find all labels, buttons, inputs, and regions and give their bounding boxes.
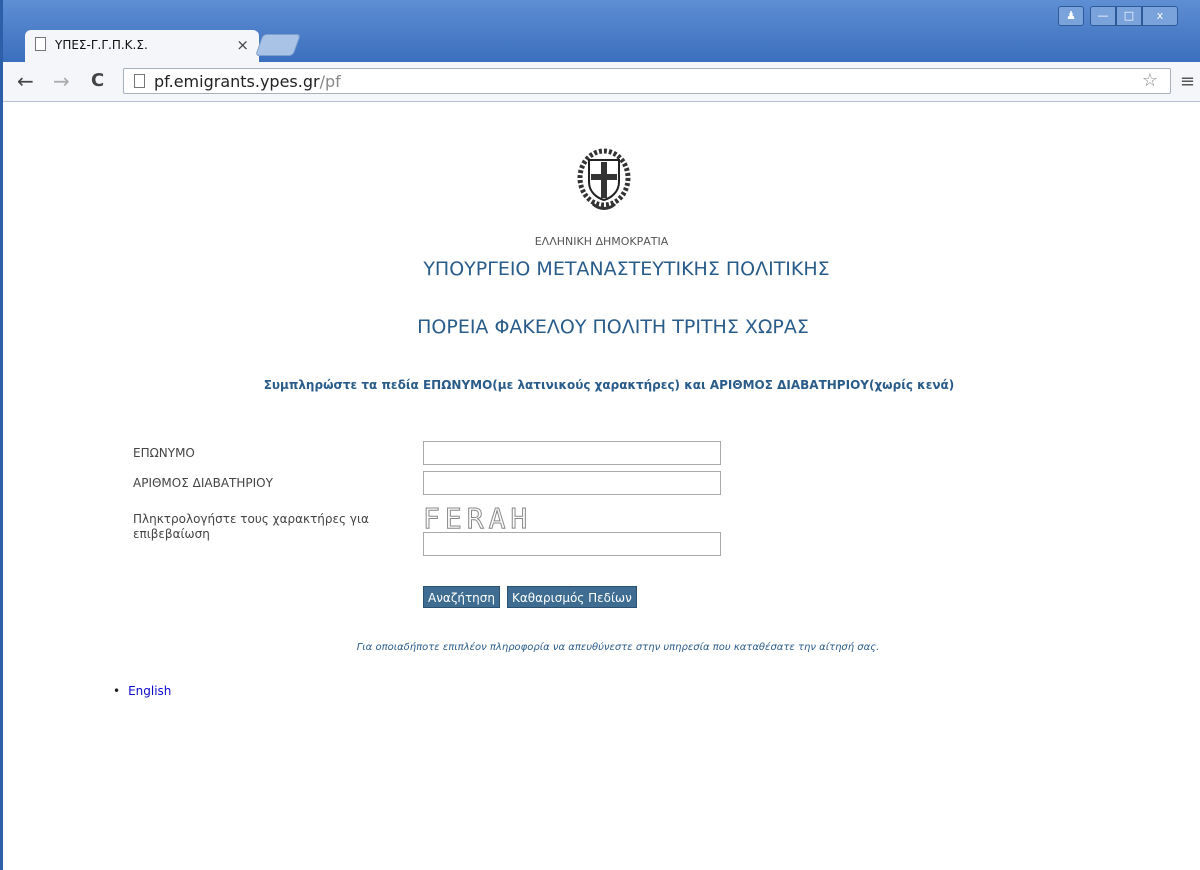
info-note: Για οποιαδήποτε επιπλέον πληροφορία να α… [356, 642, 880, 653]
page-content: ΕΛΛΗΝΙΚΗ ΔΗΜΟΚΡΑΤΙΑ ΥΠΟΥΡΓΕΙΟ ΜΕΤΑΝΑΣΤΕΥ… [3, 102, 1200, 870]
address-bar[interactable]: pf.emigrants.ypes.gr/pf ☆ [123, 68, 1171, 94]
url-path: /pf [319, 72, 341, 91]
surname-input[interactable] [423, 441, 721, 465]
menu-icon[interactable]: ≡ [1180, 71, 1195, 92]
bookmark-star-icon[interactable]: ☆ [1142, 70, 1158, 91]
passport-label: ΑΡΙΘΜΟΣ ΔΙΑΒΑΤΗΡΙΟΥ [133, 476, 273, 490]
browser-window: ΥΠΕΣ-Γ.Γ.Π.Κ.Σ. × ♟ — □ x ← → C pf.emigr… [0, 0, 1200, 870]
browser-toolbar: ← → C pf.emigrants.ypes.gr/pf ☆ ≡ [3, 62, 1200, 102]
close-icon[interactable]: x [1142, 6, 1178, 26]
new-tab-button[interactable] [254, 34, 302, 56]
bullet: • [113, 684, 121, 698]
surname-label: ΕΠΩΝΥΜΟ [133, 446, 195, 460]
url-host: pf.emigrants.ypes.gr [154, 72, 320, 91]
form-instructions: Συμπληρώστε τα πεδία ΕΠΩΝΥΜΟ(με λατινικο… [263, 378, 955, 392]
captcha-label: Πληκτρολογήστε τους χαρακτήρες για επιβε… [133, 512, 369, 541]
english-link[interactable]: English [128, 684, 171, 698]
country-name: ΕΛΛΗΝΙΚΗ ΔΗΜΟΚΡΑΤΙΑ [534, 235, 669, 248]
captcha-input[interactable] [423, 532, 721, 556]
coat-of-arms-icon [577, 148, 631, 210]
ministry-title: ΥΠΟΥΡΓΕΙΟ ΜΕΤΑΝΑΣΤΕΥΤΙΚΗΣ ΠΟΛΙΤΙΚΗΣ [423, 258, 830, 280]
maximize-icon[interactable]: □ [1116, 6, 1142, 26]
minimize-icon[interactable]: — [1090, 6, 1116, 26]
back-arrow-icon[interactable]: ← [17, 69, 34, 93]
captcha-image: FERAH [422, 502, 533, 536]
browser-tab[interactable]: ΥΠΕΣ-Γ.Γ.Π.Κ.Σ. × [25, 30, 259, 62]
user-icon[interactable]: ♟ [1058, 6, 1084, 26]
tab-title: ΥΠΕΣ-Γ.Γ.Π.Κ.Σ. [55, 38, 148, 52]
url-text[interactable]: pf.emigrants.ypes.gr/pf [154, 72, 341, 91]
reload-icon[interactable]: C [91, 70, 104, 91]
forward-arrow-icon[interactable]: → [53, 69, 70, 93]
window-controls: ♟ — □ x [1058, 6, 1178, 26]
language-list: • English [113, 684, 171, 698]
page-info-icon[interactable] [134, 74, 145, 88]
passport-input[interactable] [423, 471, 721, 495]
clear-fields-button[interactable]: Καθαρισμός Πεδίων [507, 586, 637, 608]
tab-close-icon[interactable]: × [236, 36, 249, 54]
service-title: ΠΟΡΕΙΑ ΦΑΚΕΛΟΥ ΠΟΛΙΤΗ ΤΡΙΤΗΣ ΧΩΡΑΣ [417, 316, 809, 338]
title-bar: ΥΠΕΣ-Γ.Γ.Π.Κ.Σ. × ♟ — □ x [3, 0, 1200, 62]
search-button[interactable]: Αναζήτηση [423, 586, 500, 608]
page-icon [35, 37, 46, 51]
